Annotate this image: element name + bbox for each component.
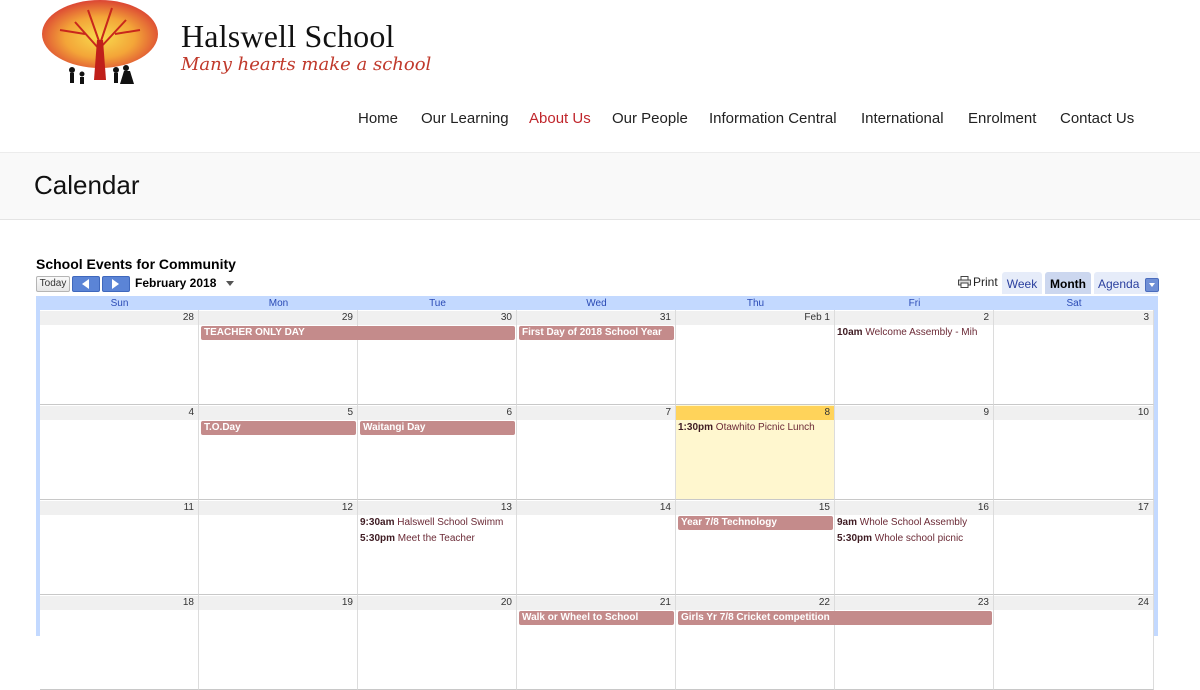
day-number[interactable]: 22 <box>676 596 834 610</box>
day-number[interactable]: 14 <box>517 501 675 515</box>
event-bar[interactable]: First Day of 2018 School Year <box>519 326 674 340</box>
event-time: 5:30pm <box>837 533 873 544</box>
day-number[interactable]: 8 <box>676 406 834 420</box>
day-number[interactable]: 12 <box>199 501 357 515</box>
event-title: Otawhito Picnic Lunch <box>713 422 815 433</box>
school-tree-logo-icon[interactable] <box>40 0 160 92</box>
event-time: 1:30pm <box>678 422 714 433</box>
nav-about-us[interactable]: About Us <box>529 110 591 127</box>
day-number[interactable]: 3 <box>994 311 1153 325</box>
next-month-button[interactable] <box>102 276 130 292</box>
print-label: Print <box>973 275 998 289</box>
calendar-title: School Events for Community <box>36 256 236 272</box>
day-number[interactable]: 16 <box>835 501 993 515</box>
event-time: 9am <box>837 517 858 528</box>
day-number[interactable]: 6 <box>358 406 516 420</box>
brand-tagline: Many hearts make a school <box>181 54 432 75</box>
event-title: Whole school picnic <box>872 533 964 544</box>
arrow-left-icon <box>82 279 89 289</box>
today-button[interactable]: Today <box>36 276 70 292</box>
day-number[interactable]: 7 <box>517 406 675 420</box>
agenda-dropdown-icon[interactable] <box>1145 278 1159 292</box>
timed-event[interactable]: 9am Whole School Assembly <box>837 516 992 530</box>
day-number[interactable]: 21 <box>517 596 675 610</box>
site-header: Halswell School Many hearts make a schoo… <box>0 0 1200 152</box>
event-bar[interactable]: T.O.Day <box>201 421 356 435</box>
brand-name[interactable]: Halswell School <box>181 18 395 55</box>
day-number[interactable]: 17 <box>994 501 1153 515</box>
prev-month-button[interactable] <box>72 276 100 292</box>
event-bar[interactable]: Walk or Wheel to School <box>519 611 674 625</box>
day-number[interactable]: 20 <box>358 596 516 610</box>
nav-international[interactable]: International <box>861 110 944 127</box>
day-number[interactable]: 31 <box>517 311 675 325</box>
day-number[interactable]: 2 <box>835 311 993 325</box>
nav-our-people[interactable]: Our People <box>612 110 688 127</box>
day-number[interactable]: 18 <box>40 596 198 610</box>
event-time: 5:30pm <box>360 533 396 544</box>
timed-event[interactable]: 5:30pm Meet the Teacher <box>360 532 515 546</box>
day-number[interactable]: 28 <box>40 311 198 325</box>
print-button[interactable]: Print <box>958 275 998 289</box>
day-number[interactable]: 24 <box>994 596 1153 610</box>
month-label[interactable]: February 2018 <box>135 276 216 290</box>
day-number[interactable]: 11 <box>40 501 198 515</box>
nav-our-learning[interactable]: Our Learning <box>421 110 509 127</box>
tab-week[interactable]: Week <box>1002 272 1042 294</box>
printer-icon <box>958 276 971 288</box>
event-bar[interactable]: Year 7/8 Technology <box>678 516 833 530</box>
event-title: Welcome Assembly - Mih <box>862 327 978 338</box>
event-bar[interactable]: TEACHER ONLY DAY <box>201 326 515 340</box>
day-number[interactable]: 13 <box>358 501 516 515</box>
day-number[interactable]: 15 <box>676 501 834 515</box>
timed-event[interactable]: 5:30pm Whole school picnic <box>837 532 992 546</box>
month-grid: 28 29 30 31 Feb 1 2 3 4 5 6 7 8 9 10 11 12 13 14 15 16 17 18 1… <box>40 310 1154 690</box>
day-number[interactable]: Feb 1 <box>676 311 834 325</box>
event-time: 9:30am <box>360 517 395 528</box>
timed-event[interactable]: 1:30pm Otawhito Picnic Lunch <box>678 421 833 435</box>
day-number[interactable]: 5 <box>199 406 357 420</box>
day-number[interactable]: 30 <box>358 311 516 325</box>
chevron-down-icon[interactable] <box>226 281 234 286</box>
page-title: Calendar <box>34 170 140 200</box>
event-title: Whole School Assembly <box>857 517 968 528</box>
event-title: Halswell School Swimm <box>394 517 504 528</box>
tab-month[interactable]: Month <box>1045 272 1091 294</box>
event-title: Meet the Teacher <box>395 533 475 544</box>
day-number[interactable]: 4 <box>40 406 198 420</box>
timed-event[interactable]: 10am Welcome Assembly - Mih <box>837 326 992 340</box>
event-time: 10am <box>837 327 863 338</box>
day-number[interactable]: 23 <box>835 596 993 610</box>
timed-event[interactable]: 9:30am Halswell School Swimm <box>360 516 515 530</box>
arrow-right-icon <box>112 279 119 289</box>
nav-home[interactable]: Home <box>358 110 398 127</box>
day-number[interactable]: 19 <box>199 596 357 610</box>
page-title-band <box>0 152 1200 220</box>
nav-information-central[interactable]: Information Central <box>709 110 837 127</box>
nav-enrolment[interactable]: Enrolment <box>968 110 1036 127</box>
day-number[interactable]: 9 <box>835 406 993 420</box>
main-nav: Home Our Learning About Us Our People In… <box>0 110 1200 132</box>
day-number[interactable]: 10 <box>994 406 1153 420</box>
event-bar[interactable]: Waitangi Day <box>360 421 515 435</box>
nav-contact-us[interactable]: Contact Us <box>1060 110 1134 127</box>
day-number[interactable]: 29 <box>199 311 357 325</box>
event-bar[interactable]: Girls Yr 7/8 Cricket competition <box>678 611 992 625</box>
